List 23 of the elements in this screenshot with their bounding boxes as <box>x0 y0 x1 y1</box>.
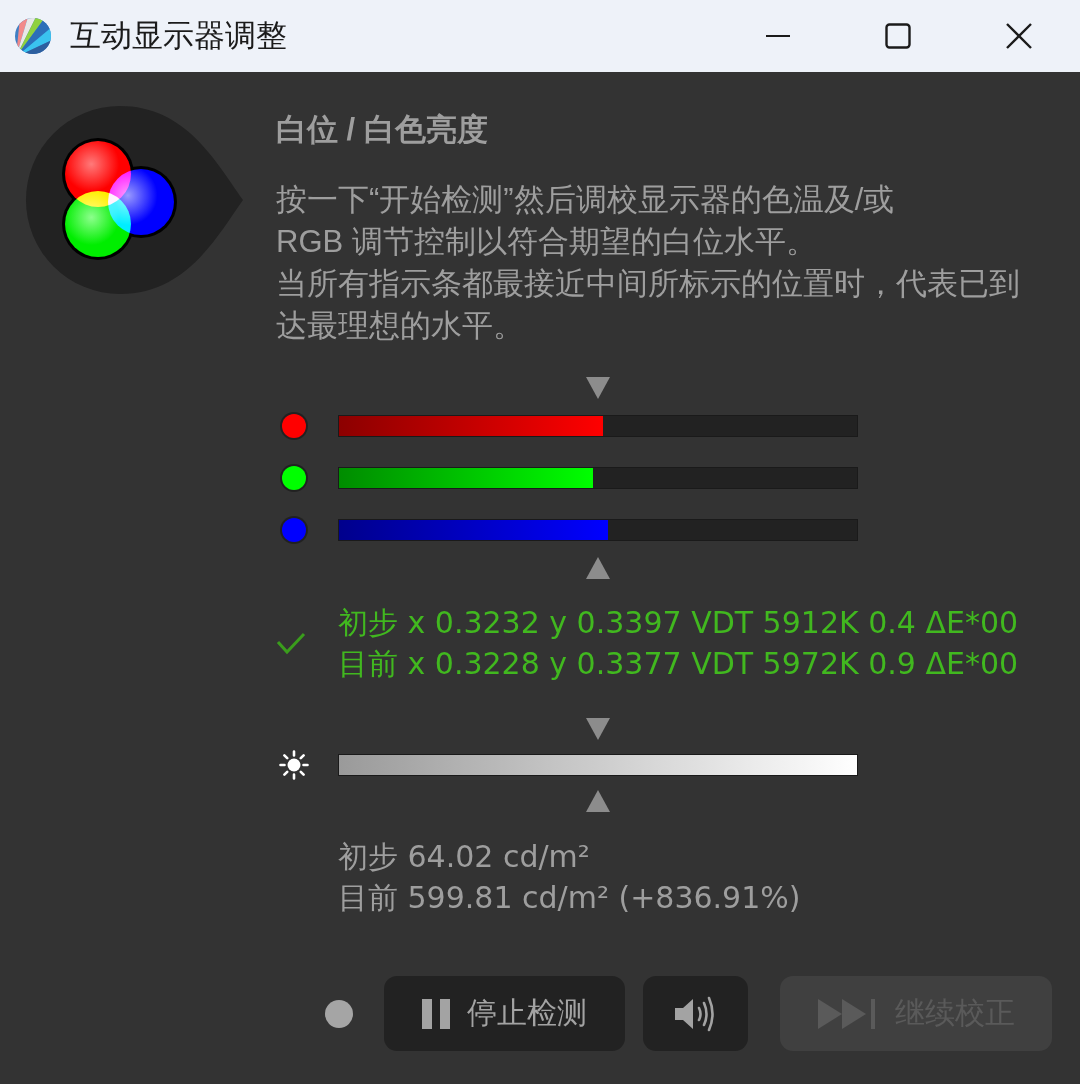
luminance-reading-text: 初步 64.02 cd/m² <box>338 838 591 876</box>
stop-button[interactable]: 停止检测 <box>384 976 625 1051</box>
luminance-reading-text: 目前 599.81 cd/m² (+836.91%) <box>338 879 802 917</box>
section-heading: 白位 / 白色亮度 <box>276 111 489 149</box>
window-title: 互动显示器调整 <box>70 17 288 55</box>
instructions-text: 按一下“开始检测”然后调校显示器的色温及/或 RGB 调节控制以符合期望的白位水平。 <box>276 181 896 261</box>
status-dot-icon <box>325 999 353 1028</box>
down-triangle-icon <box>586 718 610 740</box>
app-logo-icon <box>14 17 52 55</box>
sound-button[interactable] <box>643 976 748 1051</box>
color-reading-text: 目前 x 0.3228 y 0.3377 VDT 5972K 0.9 ΔE*00 <box>338 645 1020 683</box>
close-icon <box>1006 23 1032 49</box>
pause-icon <box>422 998 450 1029</box>
skip-forward-icon <box>817 998 878 1029</box>
maximize-icon <box>885 23 911 49</box>
color-reading-text: 初步 x 0.3232 y 0.3397 VDT 5912K 0.4 ΔE*00 <box>338 604 1020 642</box>
instructions-text: 当所有指示条都最接近中间所标示的位置时，代表已到达最理想的水平。 <box>276 265 1021 345</box>
up-triangle-icon <box>586 790 610 812</box>
up-triangle-icon <box>586 557 610 579</box>
down-triangle-icon <box>586 377 610 399</box>
minimize-icon <box>766 34 790 38</box>
rgb-circles-icon <box>25 105 245 295</box>
sun-icon <box>279 750 309 780</box>
